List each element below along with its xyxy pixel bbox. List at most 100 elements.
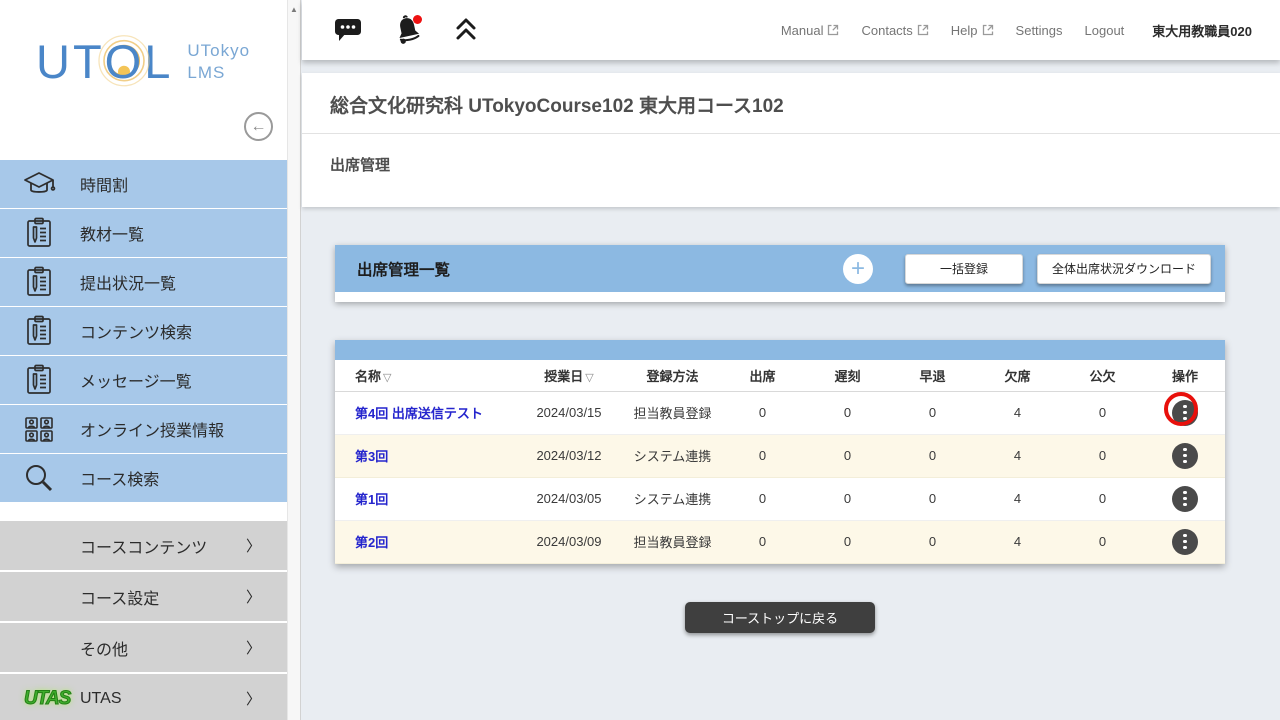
cell-class-date: 2024/03/12 (513, 434, 625, 477)
sidebar-item-content-search[interactable]: コンテンツ検索 (0, 307, 287, 355)
sidebar: UTOL UTokyoLMS ← 時間割 教材一覧 提出状況一覧 コンテンツ検索… (0, 0, 287, 720)
sidebar-group-label: コースコンテンツ (80, 534, 207, 558)
utol-logo-subtitle: UTokyoLMS (187, 40, 250, 83)
cell-early-leave: 0 (890, 434, 975, 477)
chat-icon[interactable] (334, 17, 362, 43)
cell-class-date: 2024/03/15 (513, 391, 625, 434)
attendance-table: 名称▽ 授業日▽ 登録方法 出席 遅刻 早退 欠席 公欠 操作 第4回 出席送信… (335, 360, 1225, 564)
panel-footer-strip (335, 292, 1225, 302)
attendance-table-block: 名称▽ 授業日▽ 登録方法 出席 遅刻 早退 欠席 公欠 操作 第4回 出席送信… (335, 340, 1225, 564)
logo-area: UTOL UTokyoLMS ← (0, 0, 287, 160)
sidebar-item-label: メッセージ一覧 (80, 368, 192, 392)
cell-present: 0 (720, 477, 805, 520)
add-attendance-button[interactable]: + (843, 254, 873, 284)
topbar-links: Manual Contacts Help Settings Logout 東大用… (781, 21, 1252, 40)
table-top-strip (335, 340, 1225, 360)
help-link[interactable]: Help (951, 23, 994, 38)
sidebar-item-messages[interactable]: メッセージ一覧 (0, 356, 287, 404)
attendance-item-link[interactable]: 第1回 (355, 492, 388, 507)
clipboard-icon (20, 364, 58, 396)
clipboard-icon (20, 315, 58, 347)
search-icon (20, 462, 58, 494)
cell-absent: 4 (975, 391, 1060, 434)
table-header-row: 名称▽ 授業日▽ 登録方法 出席 遅刻 早退 欠席 公欠 操作 (335, 360, 1225, 391)
sidebar-group-label: UTAS (80, 690, 121, 708)
kebab-menu-icon[interactable] (1172, 486, 1198, 512)
cell-registration-method: システム連携 (625, 477, 720, 520)
cell-late: 0 (805, 477, 890, 520)
clipboard-icon (20, 217, 58, 249)
external-link-icon (982, 24, 994, 36)
cell-registration-method: 担当教員登録 (625, 520, 720, 563)
collapse-topbar-double-chevron-up-icon[interactable] (454, 17, 478, 43)
topbar-icons (334, 14, 478, 46)
header-present: 出席 (720, 360, 805, 391)
scrollbar-up-arrow-icon[interactable]: ▲ (288, 0, 300, 14)
utol-logo: UTOL UTokyoLMS (36, 38, 250, 85)
sidebar-group-label: コース設定 (80, 585, 159, 609)
sidebar-item-label: 教材一覧 (80, 221, 144, 245)
online-class-icon (20, 415, 58, 443)
kebab-menu-icon[interactable] (1172, 529, 1198, 555)
cell-absent: 4 (975, 520, 1060, 563)
sidebar-item-label: コース検索 (80, 466, 159, 490)
header-actions: 操作 (1145, 360, 1225, 391)
table-row: 第4回 出席送信テスト 2024/03/15 担当教員登録 0 0 0 4 0 (335, 391, 1225, 434)
bulk-register-button[interactable]: 一括登録 (905, 254, 1023, 284)
sidebar-group-utas[interactable]: UTAS UTAS 〉 (0, 674, 287, 720)
header-name[interactable]: 名称▽ (335, 360, 513, 391)
external-link-icon (917, 24, 929, 36)
header-class-date[interactable]: 授業日▽ (513, 360, 625, 391)
chevron-right-icon: 〉 (246, 535, 261, 556)
sidebar-item-submission-status[interactable]: 提出状況一覧 (0, 258, 287, 306)
sidebar-item-timetable[interactable]: 時間割 (0, 160, 287, 208)
external-link-icon (827, 24, 839, 36)
header-excused-absence: 公欠 (1060, 360, 1145, 391)
sidebar-collapse-button[interactable]: ← (244, 112, 273, 141)
attendance-item-link[interactable]: 第4回 出席送信テスト (355, 406, 483, 421)
cell-present: 0 (720, 391, 805, 434)
utol-logo-text: UTOL (36, 38, 173, 85)
sidebar-group-course-contents[interactable]: コースコンテンツ 〉 (0, 521, 287, 570)
table-row: 第2回 2024/03/09 担当教員登録 0 0 0 4 0 (335, 520, 1225, 563)
notifications-bell-icon[interactable] (392, 14, 424, 46)
header-registration-method: 登録方法 (625, 360, 720, 391)
contacts-link[interactable]: Contacts (861, 23, 928, 38)
back-button-wrap: コーストップに戻る (335, 602, 1225, 633)
cell-registration-method: 担当教員登録 (625, 391, 720, 434)
logout-link[interactable]: Logout (1085, 23, 1125, 38)
back-to-course-top-button[interactable]: コーストップに戻る (685, 602, 875, 633)
utas-logo-icon: UTAS (24, 688, 70, 710)
manual-link[interactable]: Manual (781, 23, 840, 38)
sidebar-group-course-settings[interactable]: コース設定 〉 (0, 572, 287, 621)
cell-registration-method: システム連携 (625, 434, 720, 477)
page-header-panel: 総合文化研究科 UTokyoCourse102 東大用コース102 出席管理 (302, 73, 1280, 207)
download-all-attendance-button[interactable]: 全体出席状況ダウンロード (1037, 254, 1211, 284)
sort-triangle-icon[interactable]: ▽ (383, 372, 391, 384)
attendance-item-link[interactable]: 第2回 (355, 535, 388, 550)
kebab-menu-icon[interactable] (1172, 443, 1198, 469)
sidebar-item-course-search[interactable]: コース検索 (0, 454, 287, 502)
main-area: Manual Contacts Help Settings Logout 東大用… (302, 0, 1280, 720)
settings-link[interactable]: Settings (1016, 23, 1063, 38)
attendance-item-link[interactable]: 第3回 (355, 449, 388, 464)
header-late: 遅刻 (805, 360, 890, 391)
clipboard-icon (20, 266, 58, 298)
sidebar-group-others[interactable]: その他 〉 (0, 623, 287, 672)
page-title: 出席管理 (302, 134, 1280, 207)
left-arrow-icon: ← (251, 118, 267, 136)
sort-triangle-icon[interactable]: ▽ (585, 372, 593, 384)
cell-late: 0 (805, 520, 890, 563)
cell-excused: 0 (1060, 434, 1145, 477)
sidebar-item-materials[interactable]: 教材一覧 (0, 209, 287, 257)
attendance-list-header: 出席管理一覧 + 一括登録 全体出席状況ダウンロード (335, 245, 1225, 292)
cell-class-date: 2024/03/05 (513, 477, 625, 520)
sidebar-scrollbar[interactable]: ▲ (287, 0, 301, 720)
chevron-right-icon: 〉 (246, 637, 261, 658)
sidebar-item-online-class-info[interactable]: オンライン授業情報 (0, 405, 287, 453)
cell-excused: 0 (1060, 477, 1145, 520)
cell-present: 0 (720, 520, 805, 563)
kebab-menu-icon[interactable] (1172, 400, 1198, 426)
chevron-right-icon: 〉 (246, 688, 261, 709)
sidebar-section-gap (0, 503, 287, 521)
